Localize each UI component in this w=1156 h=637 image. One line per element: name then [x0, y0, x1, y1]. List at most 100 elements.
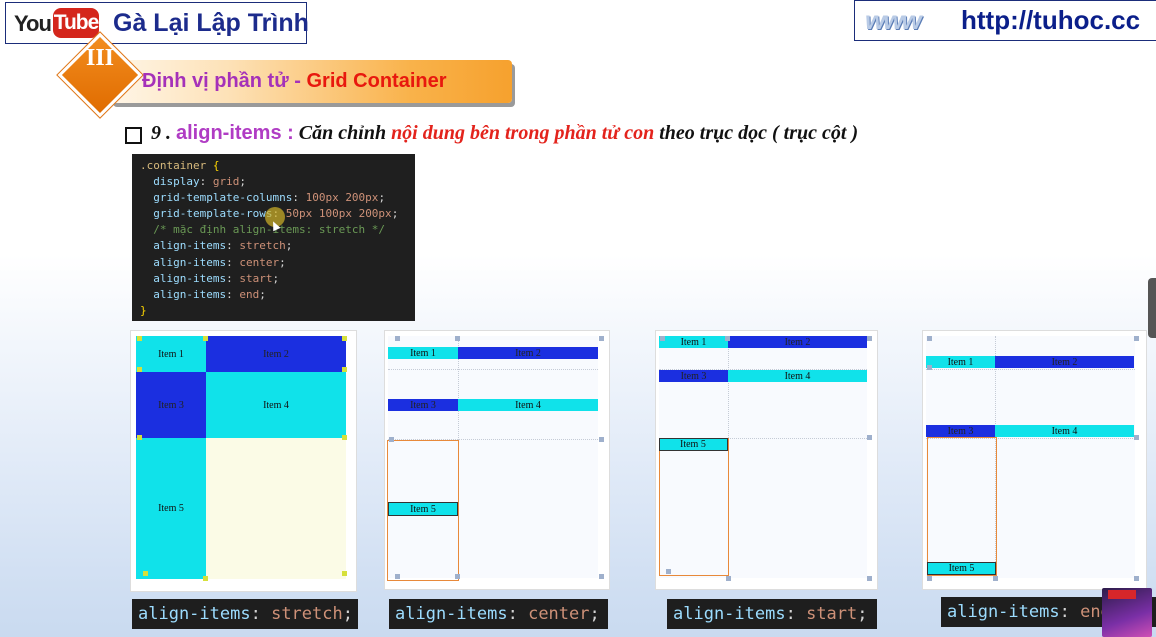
youtube-logo-tube: Tube [53, 8, 99, 38]
code-val: end [239, 287, 260, 301]
code-val: grid [212, 175, 240, 189]
grid-handle [725, 336, 730, 341]
item-label: Item 5 [680, 439, 706, 450]
grid-item: Item 3 [388, 399, 458, 411]
grid-item: Item 1 [136, 336, 206, 372]
grid-handle [666, 569, 671, 574]
grid-handle [137, 336, 142, 341]
heading-highlight: nội dung bên trong phần tử con [391, 122, 655, 144]
grid-handle [867, 435, 872, 440]
grid-item: Item 5 [136, 438, 206, 579]
grid-handle [927, 336, 932, 341]
grid-handle [726, 576, 731, 581]
heading-text-1: Căn chỉnh [293, 122, 392, 144]
grid-area-item5 [659, 438, 729, 576]
heading-text-2: theo trục dọc ( trục cột ) [654, 122, 859, 144]
grid-handle [342, 435, 347, 440]
grid-handle [927, 365, 932, 370]
code-open-brace: { [206, 159, 220, 172]
grid-item: Item 3 [136, 372, 206, 438]
demo-end: Item 1 Item 2 Item 3 Item 4 Item 5 [923, 331, 1146, 589]
label-val: center [528, 604, 590, 624]
grid-handle [1134, 576, 1139, 581]
grid-item: Item 5 [927, 562, 996, 575]
item-label: Item 1 [947, 356, 974, 368]
item-label: Item 4 [1051, 425, 1078, 437]
section-title: Định vị phần tử - Grid Container [142, 70, 447, 93]
code-prop: align-items [153, 255, 227, 269]
grid-item: Item 5 [659, 438, 728, 451]
grid-item: Item 3 [926, 425, 995, 437]
item-label: Item 2 [515, 347, 541, 359]
grid-item: Item 2 [995, 356, 1134, 368]
grid-item: Item 3 [659, 370, 728, 382]
item-label: Item 5 [948, 563, 975, 574]
grid-handle [203, 336, 208, 341]
item-label: Item 5 [410, 503, 436, 515]
grid-item: Item 1 [659, 336, 728, 348]
website-url: http://tuhoc.cc [961, 5, 1141, 35]
item-label: Item 3 [680, 370, 707, 382]
grid-handle [599, 437, 604, 442]
website-box: www http://tuhoc.cc [854, 0, 1156, 41]
grid-handle [993, 576, 998, 581]
label-val: start [806, 604, 858, 624]
label-prop: align-items [673, 604, 786, 624]
code-prop: display [153, 175, 200, 189]
side-tab-handle[interactable] [1148, 278, 1156, 338]
label-stretch: align-items: stretch; [132, 599, 358, 629]
code-prop: grid-template-columns [153, 191, 293, 205]
www-logo: www [865, 5, 922, 35]
item-label: Item 1 [410, 347, 436, 359]
code-selector: .container [140, 159, 207, 172]
grid-handle [867, 576, 872, 581]
grid-handle [342, 571, 347, 576]
code-prop: align-items [153, 271, 227, 285]
label-val: stretch [271, 604, 343, 624]
item-label: Item 3 [158, 399, 184, 411]
code-val: center [239, 255, 280, 269]
item-label: Item 4 [515, 399, 541, 411]
code-val: 100px 200px [305, 191, 379, 205]
item-label: Item 2 [784, 336, 811, 348]
grid-handle [660, 336, 665, 341]
channel-name: Gà Lại Lập Trình [113, 9, 309, 37]
label-prop: align-items [947, 602, 1060, 622]
item-label: Item 1 [680, 336, 707, 348]
label-prop: align-items [395, 604, 508, 624]
grid-handle [395, 574, 400, 579]
code-close-brace: } [140, 303, 147, 317]
grid-handle [395, 336, 400, 341]
grid-handle [455, 574, 460, 579]
grid-handle [143, 571, 148, 576]
grid-item: Item 2 [458, 347, 598, 359]
demo-start: Item 1 Item 2 Item 3 Item 4 Item 5 [656, 331, 877, 589]
grid-line [388, 369, 598, 370]
youtube-channel-box: You Tube Gà Lại Lập Trình [5, 2, 309, 44]
grid-item: Item 1 [388, 347, 458, 359]
code-prop: align-items [153, 287, 227, 301]
code-val: 50px 100px 200px [285, 207, 392, 221]
grid-handle [599, 574, 604, 579]
code-prop: grid-template-rows [153, 207, 273, 221]
grid-line [926, 369, 1135, 370]
grid-handle [1134, 336, 1139, 341]
code-snippet: .container { display: grid; grid-templat… [132, 154, 415, 321]
item-label: Item 2 [1051, 356, 1078, 368]
grid-item: Item 2 [728, 336, 867, 348]
grid-handle [927, 576, 932, 581]
item-label: Item 5 [158, 503, 184, 514]
heading-number: 9 . [151, 122, 176, 144]
subscribe-badge-icon[interactable] [1108, 590, 1136, 599]
item-label: Item 4 [263, 399, 289, 411]
grid-item: Item 4 [995, 425, 1134, 437]
demo-center: Item 1 Item 2 Item 3 Item 4 Item 5 [385, 331, 609, 589]
bullet-checkbox-icon [125, 127, 142, 144]
grid-handle [599, 336, 604, 341]
item-label: Item 2 [263, 348, 289, 360]
label-start: align-items: start; [667, 599, 877, 629]
label-center: align-items: center; [389, 599, 608, 629]
grid-item: Item 4 [458, 399, 598, 411]
topic-heading: 9 . align-items : Căn chỉnh nội dung bên… [151, 122, 858, 145]
grid-item: Item 4 [728, 370, 867, 382]
